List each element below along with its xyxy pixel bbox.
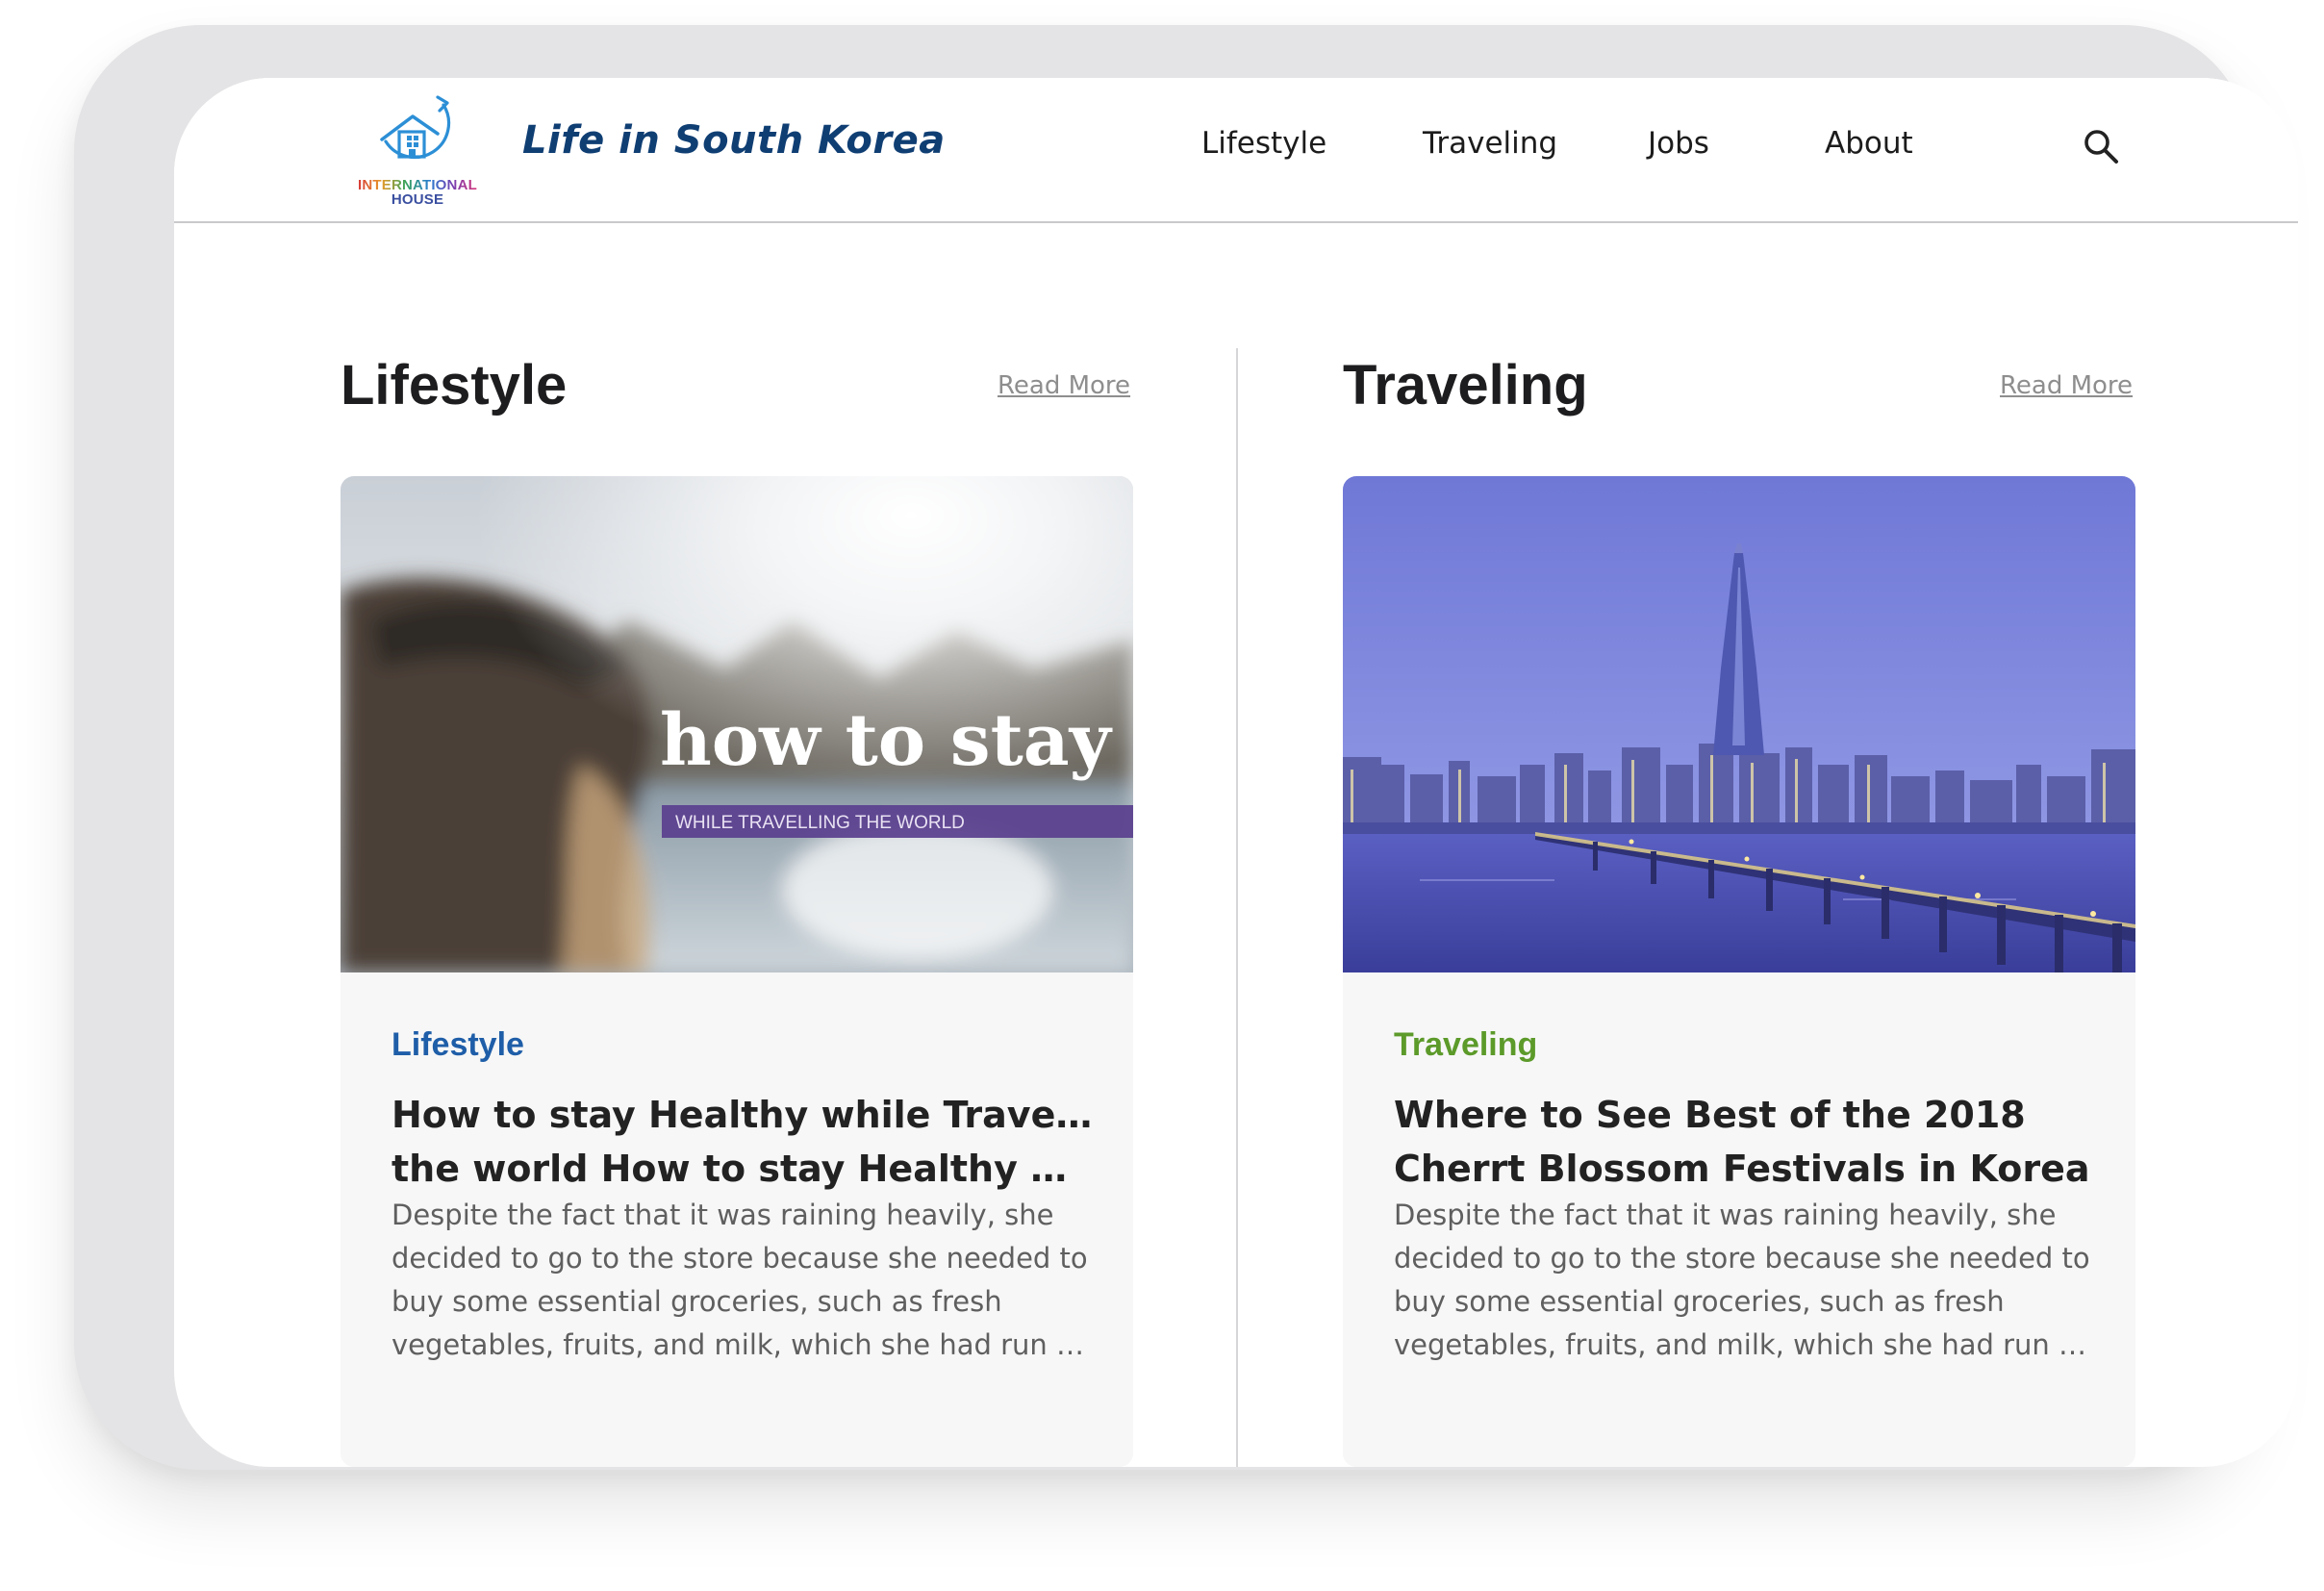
article-image-traveling[interactable] [1343,476,2135,972]
column-divider [1236,348,1238,1467]
excerpt-line-1: Despite the fact that it was raining hea… [1394,1199,2057,1231]
excerpt-line-4: vegetables, fruits, and milk, which she … [392,1328,1094,1361]
search-icon[interactable] [2082,127,2120,165]
article-title[interactable]: Where to See Best of the 2018 Cherrt Blo… [1394,1088,2096,1196]
category-label[interactable]: Lifestyle [392,1026,524,1064]
article-image-lifestyle[interactable]: how to stay he WHILE TRAVELLING THE WORL… [341,476,1133,972]
section-title-lifestyle: Lifestyle [341,354,568,417]
read-more-lifestyle[interactable]: Read More [998,371,1130,400]
device-frame: INTERNATIONAL HOUSE Life in South Korea … [74,25,2298,1470]
excerpt-line-3: buy some essential groceries, such as fr… [1394,1285,2005,1318]
article-excerpt: Despite the fact that it was raining hea… [1394,1194,2096,1367]
article-title-line-2: the world How to stay Healthy whi... [392,1148,1094,1190]
excerpt-line-3: buy some essential groceries, such as fr… [392,1285,1002,1318]
excerpt-line-2: decided to go to the store because she n… [1394,1242,2090,1275]
section-title-traveling: Traveling [1343,354,1588,417]
article-title-line-2: Cherrt Blossom Festivals in Korea [1394,1148,2090,1190]
article-title-line-1: How to stay Healthy while Traveling [392,1094,1094,1136]
article-title[interactable]: How to stay Healthy while Traveling the … [392,1088,1094,1196]
article-card-lifestyle[interactable]: how to stay he WHILE TRAVELLING THE WORL… [341,476,1133,1467]
browser-screen: INTERNATIONAL HOUSE Life in South Korea … [174,78,2298,1467]
excerpt-line-2: decided to go to the store because she n… [392,1242,1088,1275]
nav-item-about[interactable]: About [1825,126,1913,161]
excerpt-line-4: vegetables, fruits, and milk, which she … [1394,1328,2096,1361]
article-card-traveling[interactable]: Traveling Where to See Best of the 2018 … [1343,476,2135,1467]
main-nav: Lifestyle Traveling Jobs About [174,78,2298,223]
nav-item-jobs[interactable]: Jobs [1648,126,1709,161]
category-label[interactable]: Traveling [1394,1026,1537,1064]
nav-item-traveling[interactable]: Traveling [1423,126,1557,161]
site-header: INTERNATIONAL HOUSE Life in South Korea … [174,78,2298,223]
image-headline-text: how to stay he [660,699,1133,782]
image-subline-text: WHILE TRAVELLING THE WORLD [675,813,965,833]
nav-item-lifestyle[interactable]: Lifestyle [1201,126,1326,161]
article-excerpt: Despite the fact that it was raining hea… [392,1194,1094,1367]
read-more-traveling[interactable]: Read More [2000,371,2133,400]
excerpt-line-1: Despite the fact that it was raining hea… [392,1199,1054,1231]
article-title-line-1: Where to See Best of the 2018 [1394,1094,2026,1136]
